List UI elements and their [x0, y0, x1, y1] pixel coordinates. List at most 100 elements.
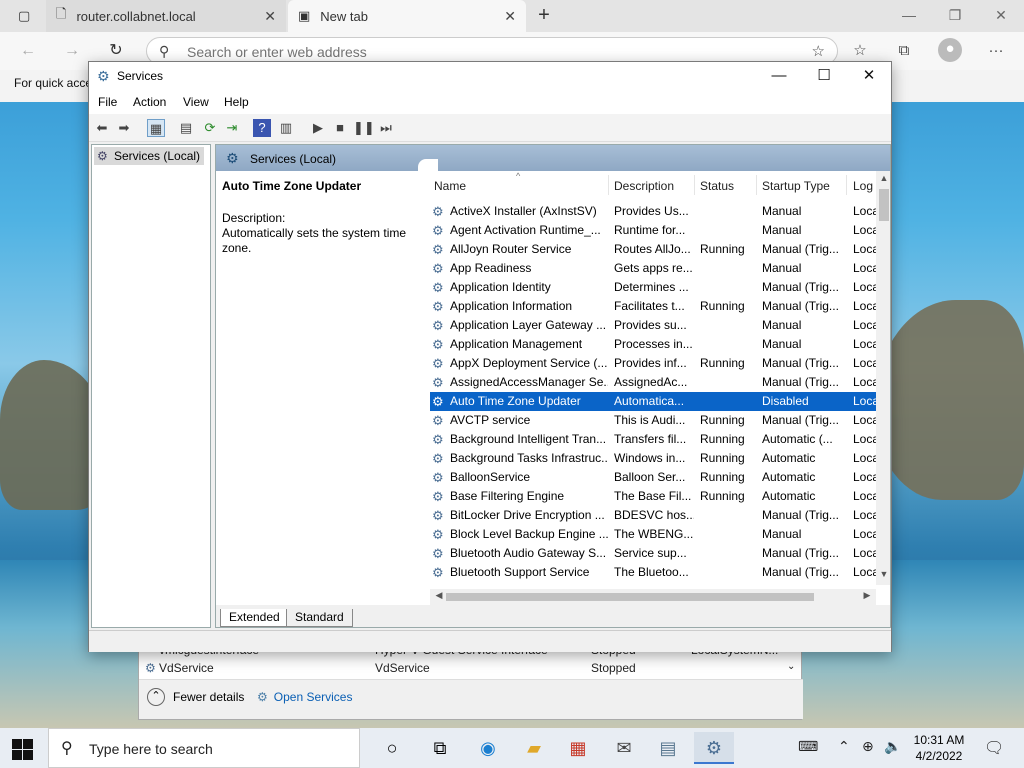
network-icon[interactable]: ⊕	[862, 738, 874, 755]
browser-tab-router[interactable]: 🗋 router.collabnet.local ✕	[46, 0, 286, 32]
add-favorite-icon[interactable]: ☆	[812, 42, 825, 60]
forward-arrow-icon[interactable]: ➡	[115, 119, 133, 137]
tab-standard[interactable]: Standard	[286, 609, 353, 627]
back-arrow-icon[interactable]: ⬅	[93, 119, 111, 137]
store-icon[interactable]: ▦	[558, 732, 598, 764]
table-row[interactable]: ⚙ ActiveX Installer (AxInstSV) Provides Us…	[430, 202, 878, 221]
address-input[interactable]	[187, 42, 787, 62]
maximize-icon[interactable]: ☐	[806, 65, 842, 87]
scroll-thumb[interactable]	[879, 189, 889, 221]
new-tab-button[interactable]: +	[532, 4, 556, 28]
scroll-left-icon[interactable]: ◀	[432, 590, 446, 604]
browser-tab-new[interactable]: ▣ New tab ✕	[288, 0, 526, 32]
menu-file[interactable]: File	[98, 95, 117, 109]
clock[interactable]: 10:31 AM 4/2/2022	[904, 732, 974, 764]
profile-avatar-icon[interactable]: ●	[938, 38, 962, 62]
table-row[interactable]: ⚙ BitLocker Drive Encryption ... BDESVC ho…	[430, 506, 878, 525]
table-row[interactable]: ⚙ Bluetooth Support Service The Bluetoo...…	[430, 563, 878, 582]
task-manager-app-icon[interactable]: ▤	[648, 732, 688, 764]
column-divider[interactable]	[756, 175, 757, 195]
show-console-tree-icon[interactable]: ▦	[147, 119, 165, 137]
volume-icon[interactable]: 🔈	[884, 738, 901, 755]
scroll-up-icon[interactable]: ▲	[876, 173, 890, 187]
column-divider[interactable]	[694, 175, 695, 195]
column-header-log-on-as[interactable]: Log	[853, 179, 873, 201]
edge-browser-icon[interactable]: ◉	[468, 732, 508, 764]
minimize-icon[interactable]: —	[761, 65, 797, 87]
properties-icon[interactable]: ▤	[177, 119, 195, 137]
services-list: ^ Name Description Status Startup Type L…	[430, 171, 878, 585]
scroll-down-icon[interactable]: ⌄	[787, 661, 795, 672]
mail-icon[interactable]: ✉	[604, 732, 644, 764]
vertical-scrollbar[interactable]: ▲ ▼	[876, 171, 890, 585]
refresh-icon[interactable]: ⟳	[201, 119, 219, 137]
tab-actions-icon[interactable]: ▢	[8, 0, 42, 32]
file-explorer-icon[interactable]: ▰	[514, 732, 554, 764]
keyboard-icon[interactable]: ⌨	[798, 738, 818, 755]
open-services-link[interactable]: ⚙ Open Services	[257, 690, 352, 704]
help-icon[interactable]: ?	[253, 119, 271, 137]
task-view-icon[interactable]: ⧉	[420, 732, 460, 764]
table-row[interactable]: ⚙ Agent Activation Runtime_... Runtime for…	[430, 221, 878, 240]
close-tab-icon[interactable]: ✕	[264, 8, 276, 25]
restart-icon[interactable]: ⏭	[377, 119, 395, 137]
export-list-icon[interactable]: ⇥	[223, 119, 241, 137]
table-row[interactable]: ⚙ AVCTP service This is Audi... Running Manu…	[430, 411, 878, 430]
fewer-details-button[interactable]: ⌃ Fewer details	[147, 688, 244, 706]
table-row[interactable]: ⚙ AssignedAccessManager Se... AssignedAc..…	[430, 373, 878, 392]
play-icon[interactable]: ▶	[309, 119, 327, 137]
close-tab-icon[interactable]: ✕	[504, 8, 516, 25]
stop-icon[interactable]: ■	[331, 119, 349, 137]
menu-action[interactable]: Action	[133, 95, 166, 109]
table-row[interactable]: ⚙ Auto Time Zone Updater Automatica... Disa…	[430, 392, 878, 411]
scroll-right-icon[interactable]: ▶	[860, 590, 874, 604]
table-row[interactable]: ⚙ Block Level Backup Engine ... The WBENG.…	[430, 525, 878, 544]
table-row[interactable]: ⚙ BalloonService Balloon Ser... Running Auto…	[430, 468, 878, 487]
column-header-status[interactable]: Status	[700, 179, 734, 201]
more-options-icon[interactable]: ···	[984, 40, 1008, 64]
table-row[interactable]: ⚙ Background Intelligent Tran... Transfers…	[430, 430, 878, 449]
collections-icon[interactable]: ⧉	[892, 40, 916, 64]
title-bar[interactable]: ⚙ Services — ☐ ✕	[89, 62, 891, 90]
services-app-icon[interactable]: ⚙	[694, 732, 734, 764]
table-row[interactable]: ⚙ Application Management Processes in... Ma…	[430, 335, 878, 354]
column-header-startup-type[interactable]: Startup Type	[762, 179, 830, 201]
chevron-up-icon[interactable]: ⌃	[838, 738, 850, 755]
column-header-name[interactable]: Name	[434, 179, 466, 201]
minimize-icon[interactable]: —	[894, 4, 924, 26]
tab-extended[interactable]: Extended	[220, 609, 289, 627]
table-row[interactable]: ⚙ AppX Deployment Service (... Provides in…	[430, 354, 878, 373]
column-header-description[interactable]: Description	[614, 179, 674, 201]
scroll-down-icon[interactable]: ▼	[876, 569, 890, 583]
table-row[interactable]: ⚙ Background Tasks Infrastruc... Windows i…	[430, 449, 878, 468]
horizontal-scrollbar[interactable]: ◀ ▶	[430, 589, 876, 605]
table-row[interactable]: ⚙ App Readiness Gets apps re... Manual Loca	[430, 259, 878, 278]
menu-view[interactable]: View	[183, 95, 209, 109]
column-divider[interactable]	[608, 175, 609, 195]
notifications-icon[interactable]: 🗨	[984, 738, 1004, 758]
cortana-icon[interactable]: ○	[372, 732, 412, 764]
list-item[interactable]: ⚙ VdService VdService Stopped ⌄	[139, 661, 799, 677]
restore-icon[interactable]: ❐	[940, 4, 970, 26]
table-row[interactable]: ⚙ Application Information Facilitates t...…	[430, 297, 878, 316]
column-divider[interactable]	[846, 175, 847, 195]
tree-item-services-local[interactable]: ⚙ Services (Local)	[94, 147, 205, 165]
pause-icon[interactable]: ❚❚	[353, 119, 375, 137]
forward-icon[interactable]: →	[60, 40, 84, 64]
close-icon[interactable]: ✕	[986, 4, 1016, 26]
menu-help[interactable]: Help	[224, 95, 249, 109]
table-row[interactable]: ⚙ Application Layer Gateway ... Provides s…	[430, 316, 878, 335]
service-status: Running	[700, 242, 745, 256]
back-icon[interactable]: ←	[16, 40, 40, 64]
table-row[interactable]: ⚙ Bluetooth User Support Ser... The Blueto…	[430, 582, 878, 585]
windows-start-icon[interactable]	[10, 736, 34, 760]
view-icon[interactable]: ▥	[277, 119, 295, 137]
taskbar-search-box[interactable]: ⚲ Type here to search	[48, 728, 360, 768]
search-placeholder: Type here to search	[89, 741, 213, 757]
table-row[interactable]: ⚙ Application Identity Determines ... Manua…	[430, 278, 878, 297]
table-row[interactable]: ⚙ Base Filtering Engine The Base Fil... Run…	[430, 487, 878, 506]
table-row[interactable]: ⚙ Bluetooth Audio Gateway S... Service sup…	[430, 544, 878, 563]
scroll-thumb[interactable]	[446, 593, 814, 601]
table-row[interactable]: ⚙ AllJoyn Router Service Routes AllJo... Ru…	[430, 240, 878, 259]
close-icon[interactable]: ✕	[851, 65, 887, 87]
